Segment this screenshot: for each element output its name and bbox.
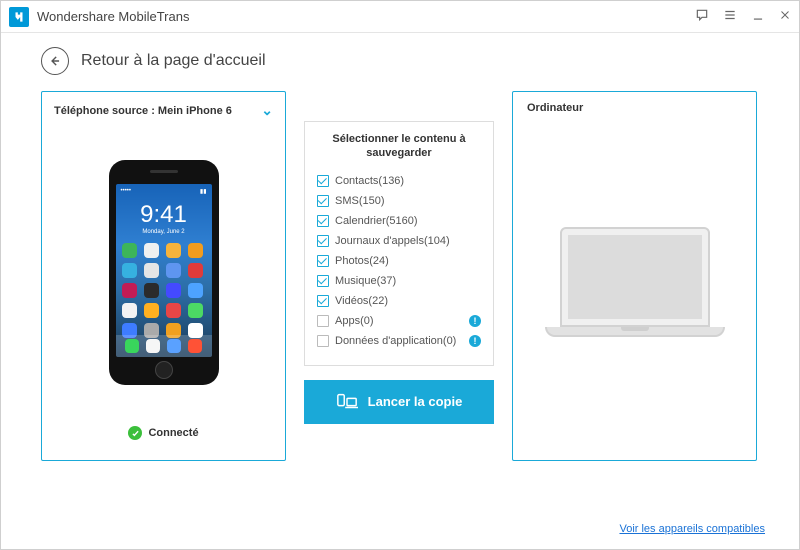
start-copy-label: Lancer la copie xyxy=(368,394,463,409)
content-item[interactable]: Contacts(136) xyxy=(317,171,481,191)
connection-status-label: Connecté xyxy=(148,427,198,439)
checkbox[interactable] xyxy=(317,215,329,227)
info-icon[interactable]: ! xyxy=(469,335,481,347)
content-item-label: Journaux d'appels(104) xyxy=(335,235,481,247)
app-tile xyxy=(166,303,181,318)
content-item[interactable]: Journaux d'appels(104) xyxy=(317,231,481,251)
app-tile xyxy=(144,283,159,298)
checkbox[interactable] xyxy=(317,295,329,307)
app-tile xyxy=(188,243,203,258)
minimize-button[interactable] xyxy=(751,8,765,25)
content-item-label: Calendrier(5160) xyxy=(335,215,481,227)
middle-column: Sélectionner le contenu à sauvegarder Co… xyxy=(304,121,494,461)
back-row: Retour à la page d'accueil xyxy=(1,33,799,81)
content-item[interactable]: Données d'application(0)! xyxy=(317,331,481,351)
app-tile xyxy=(122,263,137,278)
connection-status: Connecté xyxy=(54,426,273,450)
app-tile xyxy=(122,243,137,258)
content-item-label: Photos(24) xyxy=(335,255,481,267)
feedback-icon[interactable] xyxy=(695,8,709,25)
chevron-down-icon: ⌄ xyxy=(261,102,273,119)
source-header-prefix: Téléphone source : xyxy=(54,105,158,117)
back-label: Retour à la page d'accueil xyxy=(81,52,266,70)
compatible-devices-link[interactable]: Voir les appareils compatibles xyxy=(619,523,765,535)
app-tile xyxy=(144,263,159,278)
source-device-name: Mein iPhone 6 xyxy=(158,105,232,117)
app-tile xyxy=(144,243,159,258)
content-item[interactable]: Photos(24) xyxy=(317,251,481,271)
checkbox[interactable] xyxy=(317,195,329,207)
checkbox[interactable] xyxy=(317,315,329,327)
destination-panel: Ordinateur xyxy=(512,91,757,461)
checkbox[interactable] xyxy=(317,255,329,267)
app-logo-icon xyxy=(9,7,29,27)
main-content: Téléphone source : Mein iPhone 6 ⌄ •••••… xyxy=(1,81,799,461)
title-bar: Wondershare MobileTrans xyxy=(1,1,799,33)
app-window: Wondershare MobileTrans Retour à la page… xyxy=(0,0,800,550)
dock-tile xyxy=(125,339,139,353)
checkbox[interactable] xyxy=(317,235,329,247)
app-tile xyxy=(166,243,181,258)
content-item-label: SMS(150) xyxy=(335,195,481,207)
source-panel: Téléphone source : Mein iPhone 6 ⌄ •••••… xyxy=(41,91,286,461)
destination-title: Ordinateur xyxy=(527,102,742,114)
back-button[interactable] xyxy=(41,47,69,75)
app-tile xyxy=(144,303,159,318)
app-tile xyxy=(188,263,203,278)
content-item-label: Vidéos(22) xyxy=(335,295,481,307)
content-item[interactable]: SMS(150) xyxy=(317,191,481,211)
start-copy-button[interactable]: Lancer la copie xyxy=(304,380,494,424)
content-item[interactable]: Musique(37) xyxy=(317,271,481,291)
content-item-label: Apps(0) xyxy=(335,315,463,327)
select-title: Sélectionner le contenu à sauvegarder xyxy=(317,132,481,161)
app-tile xyxy=(122,283,137,298)
dock-tile xyxy=(146,339,160,353)
laptop-illustration xyxy=(527,114,742,450)
transfer-icon xyxy=(336,391,358,413)
close-button[interactable] xyxy=(779,9,791,24)
menu-icon[interactable] xyxy=(723,8,737,25)
dock-tile xyxy=(167,339,181,353)
app-tile xyxy=(188,303,203,318)
checkbox[interactable] xyxy=(317,175,329,187)
app-tile xyxy=(166,263,181,278)
check-icon xyxy=(128,426,142,440)
window-controls xyxy=(695,8,791,25)
dock-tile xyxy=(188,339,202,353)
content-item-label: Données d'application(0) xyxy=(335,335,463,347)
phone-illustration: •••••▮▮ 9:41 Monday, June 2 xyxy=(54,119,273,426)
app-tile xyxy=(166,283,181,298)
content-item-label: Musique(37) xyxy=(335,275,481,287)
app-title: Wondershare MobileTrans xyxy=(37,9,695,24)
app-tile xyxy=(188,283,203,298)
content-item-label: Contacts(136) xyxy=(335,175,481,187)
source-device-selector[interactable]: Téléphone source : Mein iPhone 6 ⌄ xyxy=(54,102,273,119)
content-item[interactable]: Apps(0)! xyxy=(317,311,481,331)
phone-clock: 9:41 xyxy=(116,201,212,229)
info-icon[interactable]: ! xyxy=(469,315,481,327)
content-item[interactable]: Vidéos(22) xyxy=(317,291,481,311)
app-tile xyxy=(122,303,137,318)
content-item[interactable]: Calendrier(5160) xyxy=(317,211,481,231)
checkbox[interactable] xyxy=(317,275,329,287)
content-select-box: Sélectionner le contenu à sauvegarder Co… xyxy=(304,121,494,366)
checkbox[interactable] xyxy=(317,335,329,347)
